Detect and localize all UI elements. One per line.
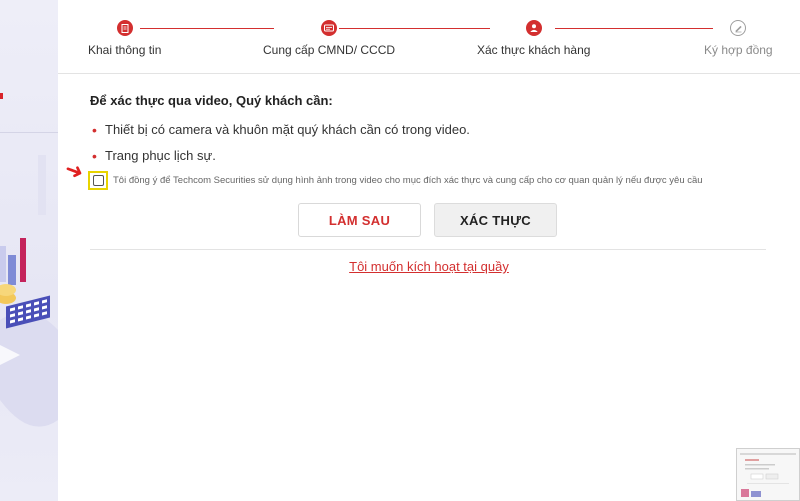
step-cung-cap-cmnd: Cung cấp CMND/ CCCD xyxy=(263,20,395,57)
screenshot-thumbnail[interactable] xyxy=(736,448,800,501)
step-label: Xác thực khách hàng xyxy=(477,43,591,57)
highlight-box xyxy=(88,171,108,190)
user-icon xyxy=(525,20,542,36)
progress-stepper: Khai thông tin Cung cấp CMND/ CCCD Xác t… xyxy=(58,0,800,74)
step-label: Ký hợp đồng xyxy=(704,43,773,57)
step-label: Cung cấp CMND/ CCCD xyxy=(263,43,396,57)
bullet: • xyxy=(92,122,97,138)
id-card-icon xyxy=(321,20,338,36)
requirement-text: Thiết bị có camera và khuôn mặt quý khác… xyxy=(105,122,470,137)
activate-at-counter-link[interactable]: Tôi muốn kích hoạt tại quầy xyxy=(58,259,800,274)
verify-button[interactable]: XÁC THỰC xyxy=(434,203,557,237)
consent-row: Tôi đồng ý để Techcom Securities sử dụng… xyxy=(88,171,703,190)
step-xac-thuc-khach-hang: Xác thực khách hàng xyxy=(477,20,590,57)
consent-label[interactable]: Tôi đồng ý để Techcom Securities sử dụng… xyxy=(113,175,703,186)
decorative-side-panel xyxy=(0,0,58,501)
requirement-text: Trang phục lịch sự. xyxy=(105,148,216,163)
step-ky-hop-dong: Ký hợp đồng xyxy=(704,20,773,57)
form-icon xyxy=(116,20,133,36)
bullet: • xyxy=(92,148,97,164)
arrow-annotation-icon: ➜ xyxy=(61,155,88,186)
pen-icon xyxy=(730,20,747,36)
instructions: Để xác thực qua video, Quý khách cần: • … xyxy=(90,93,770,174)
step-label: Khai thông tin xyxy=(88,43,162,57)
list-item: • Thiết bị có camera và khuôn mặt quý kh… xyxy=(90,122,770,148)
illustration xyxy=(0,155,58,427)
consent-checkbox[interactable] xyxy=(92,175,104,186)
instructions-heading: Để xác thực qua video, Quý khách cần: xyxy=(90,93,333,108)
step-khai-thong-tin: Khai thông tin xyxy=(88,20,161,57)
requirements-list: • Thiết bị có camera và khuôn mặt quý kh… xyxy=(90,122,770,174)
later-button[interactable]: LÀM SAU xyxy=(298,203,421,237)
main-card: Khai thông tin Cung cấp CMND/ CCCD Xác t… xyxy=(58,0,800,501)
divider xyxy=(90,249,766,250)
